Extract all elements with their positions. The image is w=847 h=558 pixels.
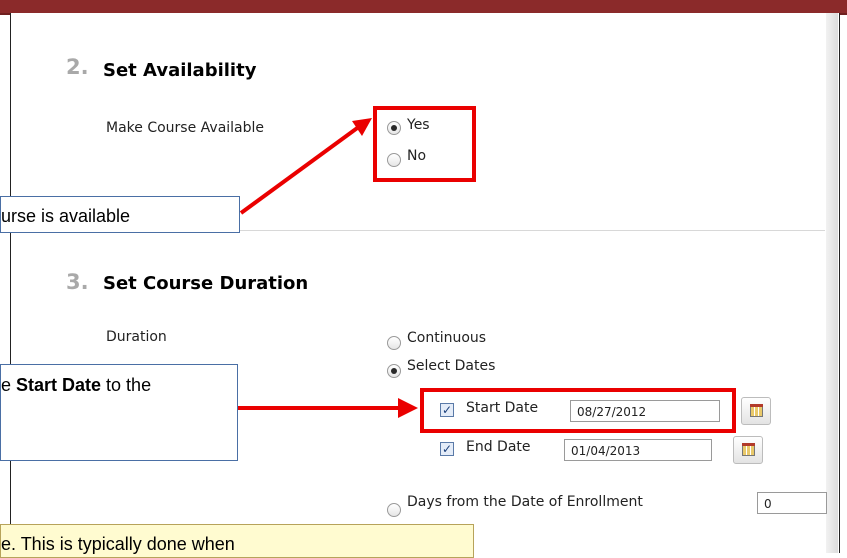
availability-arrow-line [239, 124, 362, 215]
availability-arrow-head [352, 118, 372, 136]
start-date-arrow-head [398, 398, 418, 418]
annotation-arrows [238, 118, 418, 418]
